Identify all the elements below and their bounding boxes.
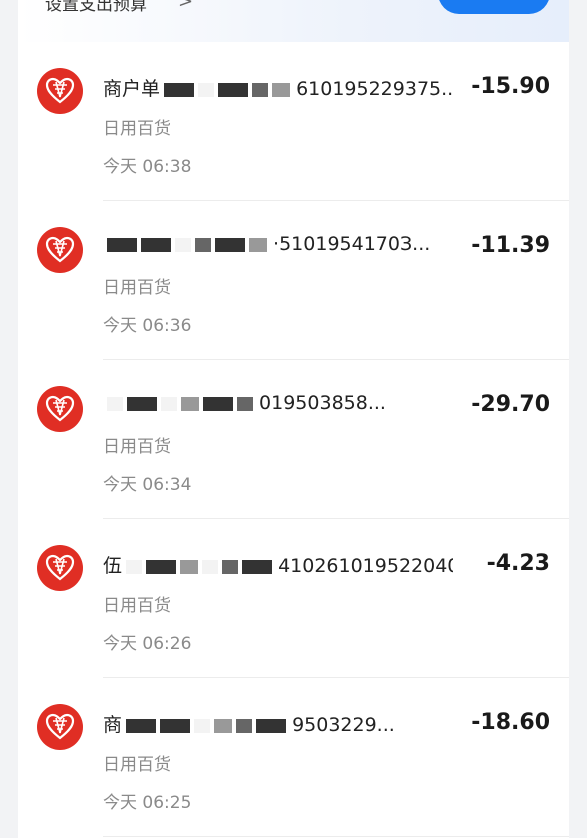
merchant-title: 商 9503229... [103,710,453,734]
budget-link-text[interactable]: 设置支出预算 [45,0,147,15]
privacy-mask [107,396,123,411]
merchant-title: 伍 4102610195220401... [103,551,453,575]
privacy-mask [175,237,191,252]
privacy-mask [126,559,143,574]
transaction-category: 日用百货 [103,119,171,139]
pinduoduo-logo-icon [37,227,83,273]
transaction-amount: -15.90 [471,74,550,99]
privacy-mask [236,718,253,733]
privacy-mask [214,718,233,733]
transaction-category: 日用百货 [103,596,171,616]
pinduoduo-logo-icon [37,386,83,432]
transaction-time: 今天 06:25 [103,793,192,813]
transaction-row[interactable]: 商 9503229... -18.60 日用百货 今天 06:25 [18,678,569,837]
privacy-mask [272,82,291,97]
chevron-right-icon: > [178,0,194,12]
merchant-visible-text: 商户单 [103,78,161,98]
transaction-row[interactable]: 伍 4102610195220401... -4.23 日用百货 今天 06:2… [18,519,569,678]
privacy-mask [141,237,171,252]
transaction-row[interactable]: ·5101954170З... -11.39 日用百货 今天 06:36 [18,201,569,360]
privacy-mask [256,718,287,733]
merchant-title: ·5101954170З... [103,233,453,257]
privacy-mask [215,237,245,252]
transaction-category: 日用百货 [103,437,171,457]
privacy-mask [222,559,239,574]
privacy-mask [249,237,267,252]
transaction-amount: -29.70 [471,392,550,417]
budget-action-button[interactable] [438,0,550,14]
privacy-mask [161,396,177,411]
merchant-order-id: 9503229... [292,714,395,734]
transaction-row[interactable]: 019503858... -29.70 日用百货 今天 06:34 [18,360,569,519]
merchant-order-id: 4102610195220401... [278,555,453,575]
transaction-time: 今天 06:26 [103,634,192,654]
privacy-mask [195,237,211,252]
privacy-mask [107,237,137,252]
transaction-amount: -11.39 [471,233,550,258]
transaction-list: 商户单 610195229375... -15.90 日用百货 今天 06:38… [18,42,569,837]
transaction-card: 设置支出预算 > 商户单 610195229375... -15.90 日用百货… [18,0,569,838]
privacy-mask [198,82,215,97]
merchant-order-id: 610195229375... [296,78,453,98]
transaction-amount: -4.23 [486,551,550,576]
transaction-time: 今天 06:36 [103,316,192,336]
privacy-mask [194,718,211,733]
merchant-visible-text: 商 [103,714,123,734]
transaction-time: 今天 06:38 [103,157,192,177]
privacy-mask [203,396,233,411]
transaction-row[interactable]: 商户单 610195229375... -15.90 日用百货 今天 06:38 [18,42,569,201]
divider [103,836,569,837]
merchant-title: 019503858... [103,392,453,416]
merchant-order-id: ·5101954170З... [273,233,431,255]
pinduoduo-logo-icon [37,545,83,591]
privacy-mask [126,718,157,733]
privacy-mask [146,559,177,574]
privacy-mask [127,396,157,411]
privacy-mask [218,82,249,97]
privacy-mask [180,559,199,574]
privacy-mask [164,82,195,97]
privacy-mask [202,559,219,574]
merchant-title: 商户单 610195229375... [103,74,453,98]
transaction-amount: -18.60 [471,710,550,735]
privacy-mask [242,559,273,574]
merchant-visible-text: 伍 [103,555,123,575]
budget-banner[interactable]: 设置支出预算 > [18,0,569,42]
transaction-category: 日用百货 [103,278,171,298]
transaction-time: 今天 06:34 [103,475,192,495]
transaction-category: 日用百货 [103,755,171,775]
pinduoduo-logo-icon [37,704,83,750]
merchant-order-id: 019503858... [259,392,386,414]
privacy-mask [181,396,199,411]
privacy-mask [160,718,191,733]
privacy-mask [252,82,269,97]
pinduoduo-logo-icon [37,68,83,114]
privacy-mask [237,396,253,411]
